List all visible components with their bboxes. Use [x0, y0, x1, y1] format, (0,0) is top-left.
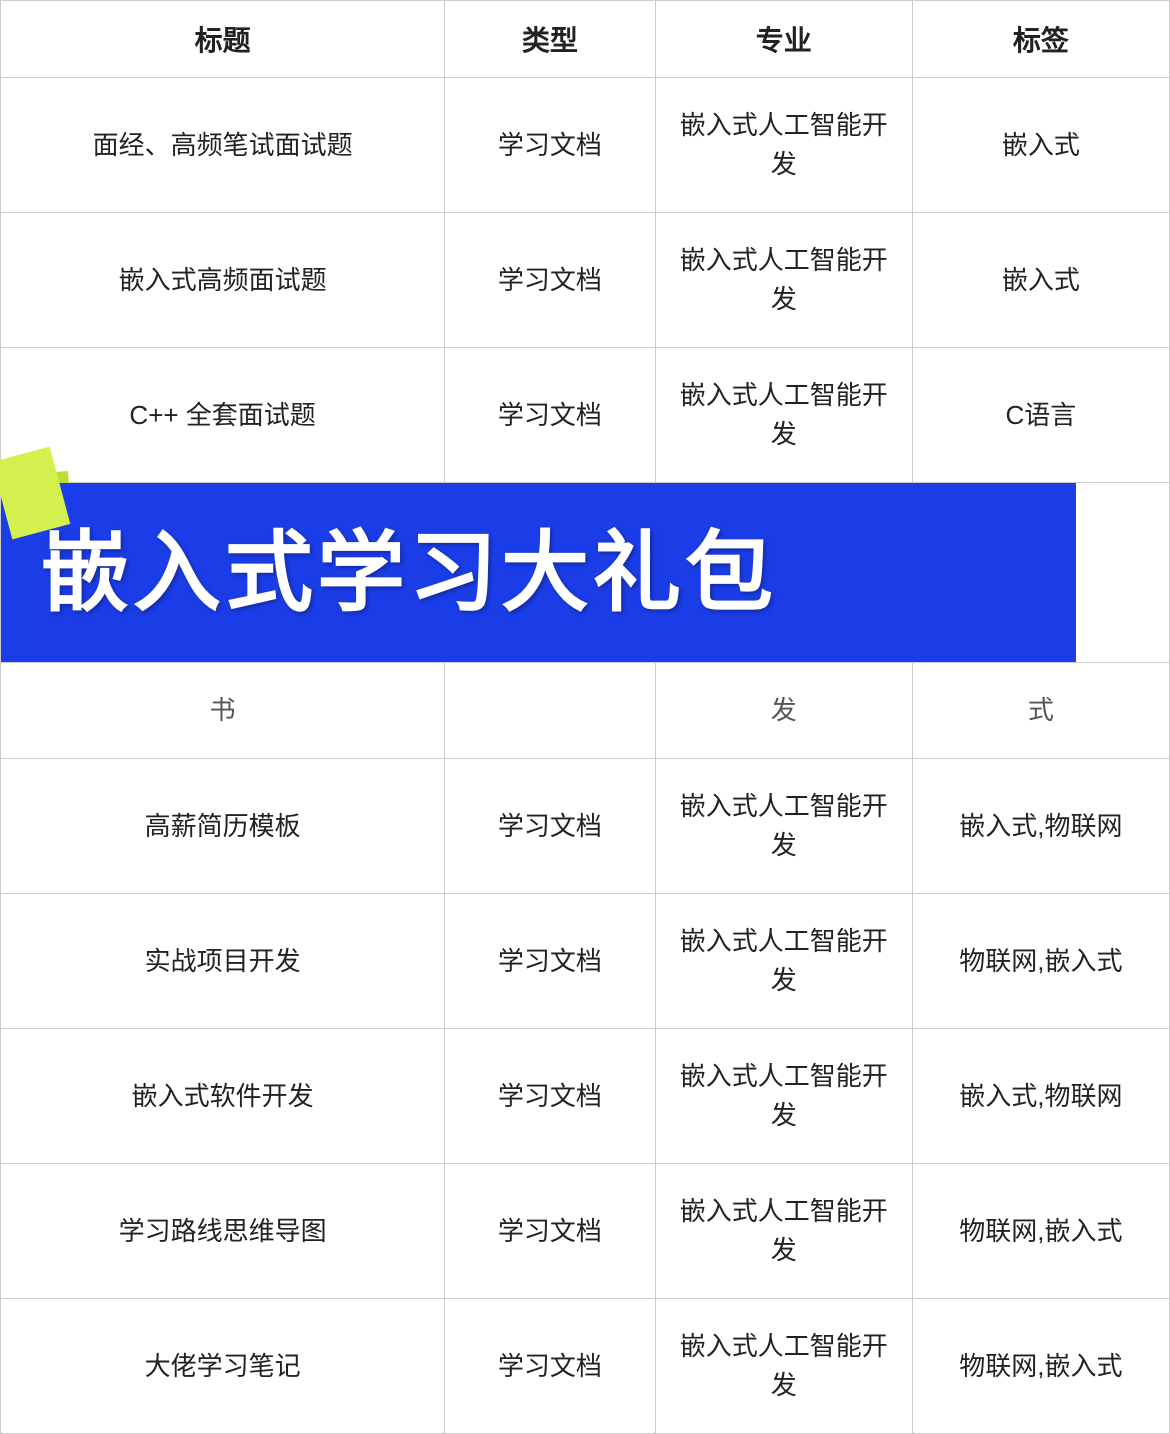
cell-title: 嵌入式高频面试题 [1, 213, 445, 348]
cell-tag: 物联网,嵌入式 [912, 894, 1169, 1029]
banner-text: 嵌入式学习大礼包 [41, 507, 777, 639]
cell-type-partial [445, 663, 655, 759]
cell-tag: C语言 [912, 348, 1169, 483]
cell-major: 嵌入式人工智能开发 [655, 213, 912, 348]
banner-row: 嵌入式学习大礼包 [1, 483, 1170, 663]
cell-title-partial: 书 [1, 663, 445, 759]
cell-major: 嵌入式人工智能开发 [655, 894, 912, 1029]
cell-type: 学习文档 [445, 1164, 655, 1299]
cell-tag: 物联网,嵌入式 [912, 1164, 1169, 1299]
table-row: 面经、高频笔试面试题 学习文档 嵌入式人工智能开发 嵌入式 [1, 78, 1170, 213]
cell-type: 学习文档 [445, 894, 655, 1029]
main-table: 标题 类型 专业 标签 面经、高频笔试面试题 学习文档 嵌入式人工智能开发 嵌入… [0, 0, 1170, 1434]
cell-type: 学习文档 [445, 213, 655, 348]
cell-title: 实战项目开发 [1, 894, 445, 1029]
table-row: 高薪简历模板 学习文档 嵌入式人工智能开发 嵌入式,物联网 [1, 759, 1170, 894]
col-header-type: 类型 [445, 1, 655, 78]
col-header-tag: 标签 [912, 1, 1169, 78]
cell-major: 嵌入式人工智能开发 [655, 1299, 912, 1434]
cell-type: 学习文档 [445, 1299, 655, 1434]
table-row: 实战项目开发 学习文档 嵌入式人工智能开发 物联网,嵌入式 [1, 894, 1170, 1029]
table-row-partial: 书 发 式 [1, 663, 1170, 759]
cell-title: 高薪简历模板 [1, 759, 445, 894]
col-header-major: 专业 [655, 1, 912, 78]
table-row: 嵌入式软件开发 学习文档 嵌入式人工智能开发 嵌入式,物联网 [1, 1029, 1170, 1164]
cell-type: 学习文档 [445, 1029, 655, 1164]
cell-title: 面经、高频笔试面试题 [1, 78, 445, 213]
cell-type: 学习文档 [445, 348, 655, 483]
cell-type: 学习文档 [445, 759, 655, 894]
banner-overlay: 嵌入式学习大礼包 [1, 483, 1076, 662]
table-row: C++ 全套面试题 学习文档 嵌入式人工智能开发 C语言 [1, 348, 1170, 483]
table-header-row: 标题 类型 专业 标签 [1, 1, 1170, 78]
cell-major: 嵌入式人工智能开发 [655, 78, 912, 213]
cell-major: 嵌入式人工智能开发 [655, 1029, 912, 1164]
cell-major: 嵌入式人工智能开发 [655, 348, 912, 483]
table-wrapper: 标题 类型 专业 标签 面经、高频笔试面试题 学习文档 嵌入式人工智能开发 嵌入… [0, 0, 1170, 1434]
table-row: 大佬学习笔记 学习文档 嵌入式人工智能开发 物联网,嵌入式 [1, 1299, 1170, 1434]
cell-type: 学习文档 [445, 78, 655, 213]
cell-title: 学习路线思维导图 [1, 1164, 445, 1299]
table-row: 嵌入式高频面试题 学习文档 嵌入式人工智能开发 嵌入式 [1, 213, 1170, 348]
table-row: 学习路线思维导图 学习文档 嵌入式人工智能开发 物联网,嵌入式 [1, 1164, 1170, 1299]
cell-tag: 嵌入式,物联网 [912, 1029, 1169, 1164]
cell-title: 大佬学习笔记 [1, 1299, 445, 1434]
cell-tag: 嵌入式,物联网 [912, 759, 1169, 894]
cell-title: 嵌入式软件开发 [1, 1029, 445, 1164]
cell-tag: 嵌入式 [912, 78, 1169, 213]
cell-tag-partial: 式 [912, 663, 1169, 759]
cell-major-partial: 发 [655, 663, 912, 759]
cell-major: 嵌入式人工智能开发 [655, 1164, 912, 1299]
col-header-title: 标题 [1, 1, 445, 78]
cell-tag: 嵌入式 [912, 213, 1169, 348]
cell-tag: 物联网,嵌入式 [912, 1299, 1169, 1434]
cell-title: C++ 全套面试题 [1, 348, 445, 483]
cell-major: 嵌入式人工智能开发 [655, 759, 912, 894]
